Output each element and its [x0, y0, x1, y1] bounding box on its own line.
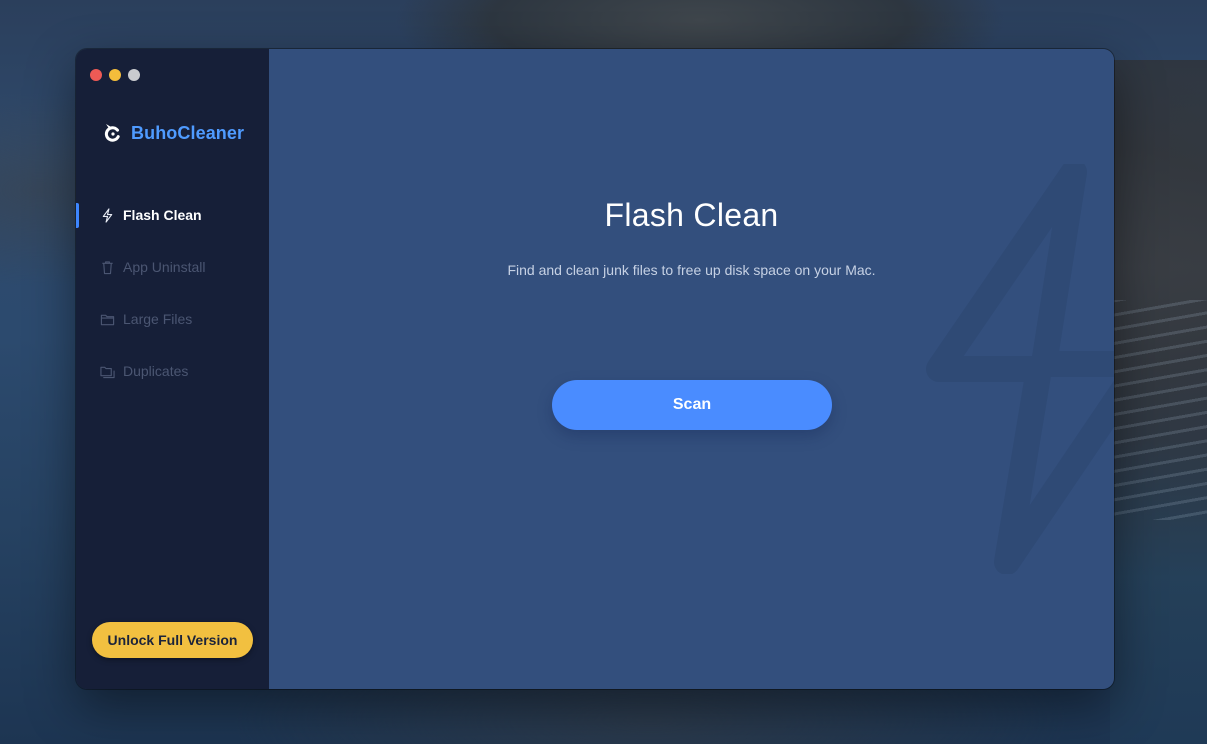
sidebar-item-flash-clean[interactable]: Flash Clean [76, 189, 269, 241]
sidebar-nav: Flash Clean App Uninstall Large Files Du… [76, 189, 269, 397]
sidebar-item-large-files[interactable]: Large Files [76, 293, 269, 345]
sidebar-item-label: App Uninstall [123, 259, 206, 275]
minimize-window-button[interactable] [109, 69, 121, 81]
sidebar-item-label: Duplicates [123, 363, 189, 379]
folder-icon [100, 314, 115, 325]
main-panel: Flash Clean Find and clean junk files to… [269, 49, 1114, 689]
page-title: Flash Clean [604, 197, 779, 233]
buho-logo-icon [104, 124, 120, 142]
window-controls [90, 69, 140, 81]
sidebar-item-label: Flash Clean [123, 207, 202, 223]
desktop-wallpaper-surf [1110, 300, 1207, 520]
lightning-icon [102, 207, 113, 223]
brand: BuhoCleaner [103, 122, 244, 144]
sidebar: BuhoCleaner Flash Clean App Uninstall La… [76, 49, 269, 689]
sidebar-item-duplicates[interactable]: Duplicates [76, 345, 269, 397]
active-indicator [76, 203, 79, 228]
close-window-button[interactable] [90, 69, 102, 81]
duplicate-folder-icon [100, 366, 115, 378]
page-subtitle: Find and clean junk files to free up dis… [507, 262, 876, 278]
sidebar-item-label: Large Files [123, 311, 193, 327]
app-window: BuhoCleaner Flash Clean App Uninstall La… [76, 49, 1114, 689]
app-name: BuhoCleaner [131, 122, 245, 143]
sidebar-item-app-uninstall[interactable]: App Uninstall [76, 241, 269, 293]
trash-icon [102, 260, 113, 274]
scan-button[interactable]: Scan [552, 380, 832, 430]
unlock-full-version-button[interactable]: Unlock Full Version [92, 622, 253, 658]
zoom-window-button[interactable] [128, 69, 140, 81]
